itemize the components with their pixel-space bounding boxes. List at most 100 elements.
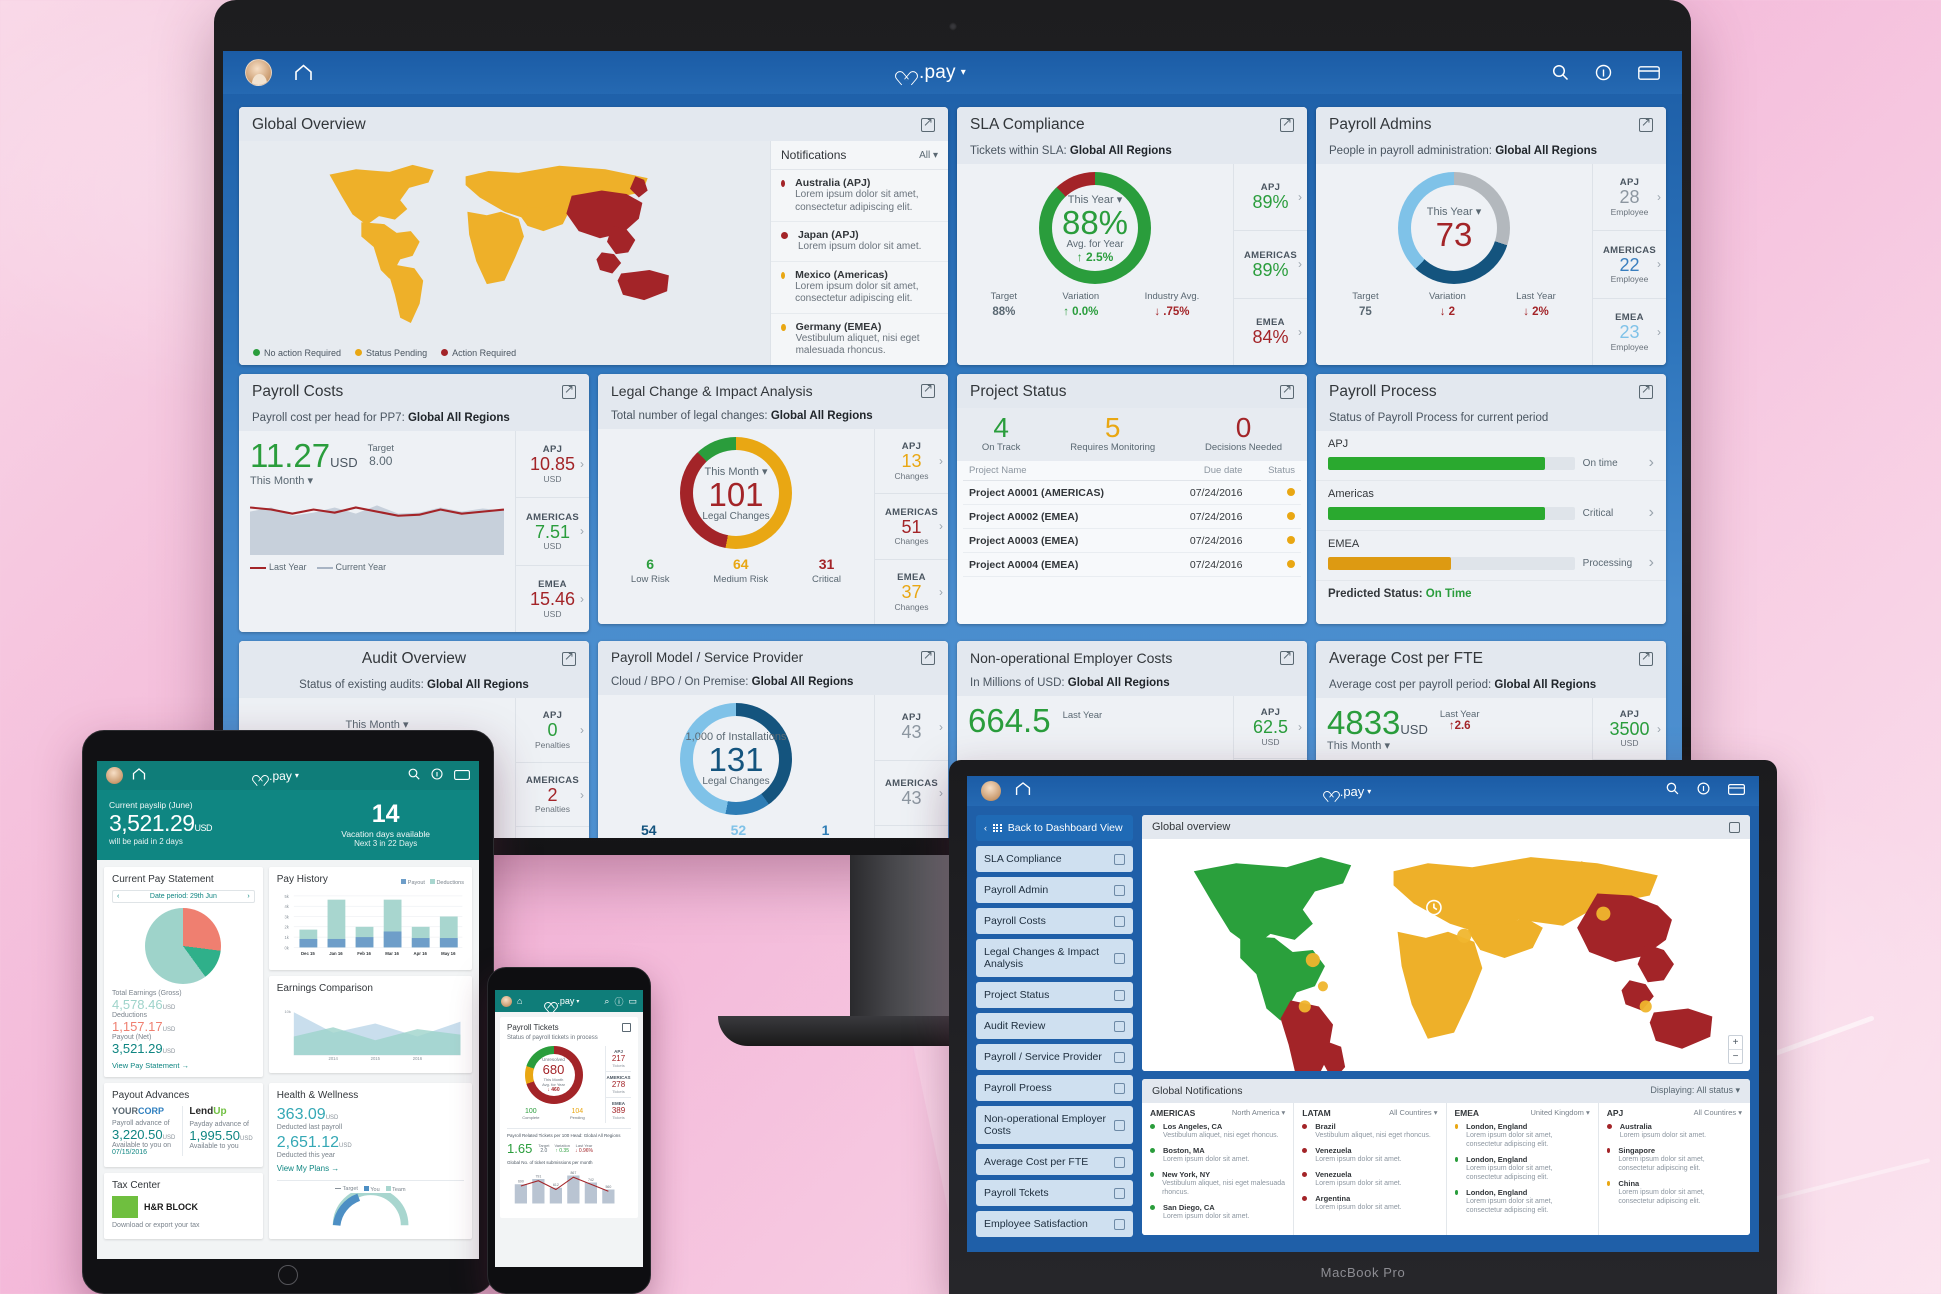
card-global-overview[interactable]: Global Overview ↗ No action Required Sta… <box>239 107 948 365</box>
prev-icon[interactable]: ‹ <box>117 893 119 900</box>
zoom-in-button[interactable]: + <box>1729 1036 1742 1049</box>
region-apj[interactable]: APJ 10.85 USD › <box>516 431 589 499</box>
card-health-wellness[interactable]: Health & Wellness 363.09USD Deducted las… <box>268 1083 472 1239</box>
open-in-new-icon[interactable] <box>1114 1218 1125 1230</box>
home-icon[interactable] <box>132 767 146 785</box>
app-title[interactable]: .pay ▾ <box>1031 784 1666 799</box>
card-sla-compliance[interactable]: SLA Compliance Tickets within SLA: Globa… <box>957 107 1307 365</box>
list-item[interactable]: Australia (APJ) Lorem ipsum dolor sit am… <box>771 170 948 222</box>
table-row[interactable]: Project A0002 (EMEA) 07/24/2016 <box>963 504 1301 529</box>
back-to-dashboard-button[interactable]: ‹ Back to Dashboard View <box>976 815 1133 841</box>
card-tax-center[interactable]: Tax Center H&R BLOCK Download or export … <box>104 1172 263 1239</box>
card-pay-history[interactable]: Pay History Payout Deductions 0k 1k 2k 3… <box>268 867 472 970</box>
open-in-new-icon[interactable] <box>1114 1051 1125 1063</box>
process-row-apj[interactable]: APJ On time › <box>1316 431 1666 481</box>
app-title[interactable]: .pay ▾ <box>522 996 604 1006</box>
region-apj[interactable]: APJ 43 › <box>875 695 948 761</box>
list-item[interactable]: Venezuela Lorem ipsum dolor sit amet. <box>1302 1146 1437 1164</box>
chevron-down-icon[interactable]: ▾ <box>576 998 579 1005</box>
region-americas[interactable]: AMERICAS 51 Changes › <box>875 494 948 560</box>
card-icon[interactable] <box>1728 782 1746 800</box>
card-legal-change[interactable]: Legal Change & Impact Analysis Total num… <box>598 374 948 624</box>
search-icon[interactable]: ⌕ <box>604 996 609 1007</box>
period-selector[interactable]: This Month ▾ <box>250 474 358 487</box>
date-period-selector[interactable]: ‹ Date period: 29th Jun › <box>112 890 255 903</box>
info-icon[interactable] <box>1697 782 1710 800</box>
open-in-new-icon[interactable] <box>1280 648 1294 665</box>
open-in-new-icon[interactable] <box>1280 382 1294 399</box>
view-my-plans-link[interactable]: View My Plans → <box>277 1164 464 1173</box>
open-in-new-icon[interactable] <box>1114 989 1125 1001</box>
table-row[interactable]: Project A0003 (EMEA) 07/24/2016 <box>963 528 1301 553</box>
list-item[interactable]: San Diego, CA Lorem ipsum dolor sit amet. <box>1150 1203 1285 1221</box>
list-item[interactable]: Venezuela Lorem ipsum dolor sit amet. <box>1302 1170 1437 1188</box>
tablet-home-button[interactable] <box>278 1265 298 1285</box>
card-global-notifications[interactable]: Global Notifications Displaying: All sta… <box>1142 1079 1750 1236</box>
world-map[interactable]: No action Required Status Pending Action… <box>239 141 770 365</box>
chevron-right-icon[interactable]: › <box>1649 504 1654 522</box>
card-payroll-costs[interactable]: Payroll Costs Payroll cost per head for … <box>239 374 589 632</box>
card-icon[interactable] <box>454 767 470 785</box>
list-item[interactable]: Australia Lorem ipsum dolor sit amet. <box>1606 1122 1742 1140</box>
region-apj[interactable]: APJ 28 Employee › <box>1593 164 1666 232</box>
card-payout-advances[interactable]: Payout Advances YOURCORP Payroll advance… <box>104 1083 263 1167</box>
region-americas[interactable]: AMERICAS 7.51 USD › <box>516 498 589 566</box>
list-item[interactable]: Mexico (Americas) Lorem ipsum dolor sit … <box>771 262 948 314</box>
region-emea[interactable]: EMEA 84% › <box>1234 299 1307 365</box>
info-icon[interactable]: ⓘ <box>614 995 623 1008</box>
list-item[interactable]: Japan (APJ) Lorem ipsum dolor sit amet. <box>771 222 948 262</box>
list-item[interactable]: Singapore Lorem ipsum dolor sit amet, con… <box>1606 1146 1742 1173</box>
map-zoom-controls[interactable]: + − <box>1728 1035 1743 1064</box>
app-title[interactable]: .pay ▾ <box>313 62 1552 84</box>
list-item[interactable]: Brazil Vestibulum aliquet, nisi eget rhon… <box>1302 1122 1437 1140</box>
chevron-down-icon[interactable]: ▾ <box>961 67 966 78</box>
card-icon[interactable]: ▭ <box>628 996 637 1007</box>
list-item[interactable]: London, England Lorem ipsum dolor sit ame… <box>1454 1155 1590 1182</box>
region-apj[interactable]: APJ 62.5 USD › <box>1234 696 1307 759</box>
open-in-new-icon[interactable] <box>1114 1119 1125 1131</box>
card-earnings-comparison[interactable]: Earnings Comparison 2014 2015 2016 10k <box>268 976 472 1073</box>
open-in-new-icon[interactable] <box>1114 853 1125 865</box>
search-icon[interactable] <box>408 767 420 785</box>
list-item[interactable]: London, England Lorem ipsum dolor sit ame… <box>1454 1188 1590 1215</box>
region-americas[interactable]: AMERICAS 278 Tickets <box>606 1072 631 1098</box>
sidebar-item-employee-satisfaction[interactable]: Employee Satisfaction <box>976 1211 1133 1237</box>
open-in-new-icon[interactable] <box>921 648 935 665</box>
region-emea[interactable]: EMEA 37 Changes › <box>875 560 948 624</box>
process-row-americas[interactable]: Americas Critical › <box>1316 481 1666 531</box>
open-in-new-icon[interactable] <box>1114 1187 1125 1199</box>
open-in-new-icon[interactable] <box>1639 382 1653 399</box>
list-item[interactable]: Argentina Lorem ipsum dolor sit amet. <box>1302 1194 1437 1212</box>
world-map[interactable]: + − <box>1142 839 1750 1071</box>
region-americas[interactable]: AMERICAS 89% › <box>1234 231 1307 299</box>
region-emea[interactable]: EMEA 23 Employee › <box>1593 299 1666 365</box>
avatar[interactable] <box>501 995 512 1007</box>
region-apj[interactable]: APJ 0 Penalties › <box>516 698 589 763</box>
open-in-new-icon[interactable] <box>562 382 576 399</box>
region-apj[interactable]: APJ 217 Tickets <box>606 1046 631 1072</box>
region-americas[interactable]: AMERICAS 43 › <box>875 761 948 827</box>
period-selector[interactable]: This Month ▾ <box>1327 739 1428 752</box>
open-in-new-icon[interactable] <box>1639 649 1653 666</box>
chevron-down-icon[interactable]: ▾ <box>295 771 299 780</box>
open-in-new-icon[interactable] <box>921 381 935 398</box>
open-in-new-icon[interactable] <box>1280 115 1294 132</box>
sidebar-item-sla-compliance[interactable]: SLA Compliance <box>976 846 1133 872</box>
open-in-new-icon[interactable] <box>1114 1156 1125 1168</box>
sidebar-item-payroll-process[interactable]: Payroll Proess <box>976 1075 1133 1101</box>
sidebar-item-average-cost-fte[interactable]: Average Cost per FTE <box>976 1149 1133 1175</box>
column-filter[interactable]: United Kingdom ▾ <box>1531 1108 1590 1118</box>
list-item[interactable]: Los Angeles, CA Vestibulum aliquet, nisi … <box>1150 1122 1285 1140</box>
region-emea[interactable]: EMEA45› <box>875 826 948 838</box>
card-global-overview-map[interactable]: Global overview + − <box>1142 815 1750 1071</box>
zoom-out-button[interactable]: − <box>1729 1049 1742 1063</box>
sidebar-item-non-operational-costs[interactable]: Non-operational Employer Costs <box>976 1106 1133 1144</box>
sidebar-item-payroll-service-provider[interactable]: Payroll / Service Provider <box>976 1044 1133 1070</box>
open-in-new-icon[interactable] <box>1114 1082 1125 1094</box>
column-filter[interactable]: North America ▾ <box>1232 1108 1285 1118</box>
avatar[interactable] <box>981 781 1001 801</box>
next-icon[interactable]: › <box>247 893 249 900</box>
info-icon[interactable] <box>1595 64 1612 81</box>
view-pay-statement-link[interactable]: View Pay Statement → <box>112 1061 255 1070</box>
open-in-new-icon[interactable] <box>562 649 576 666</box>
